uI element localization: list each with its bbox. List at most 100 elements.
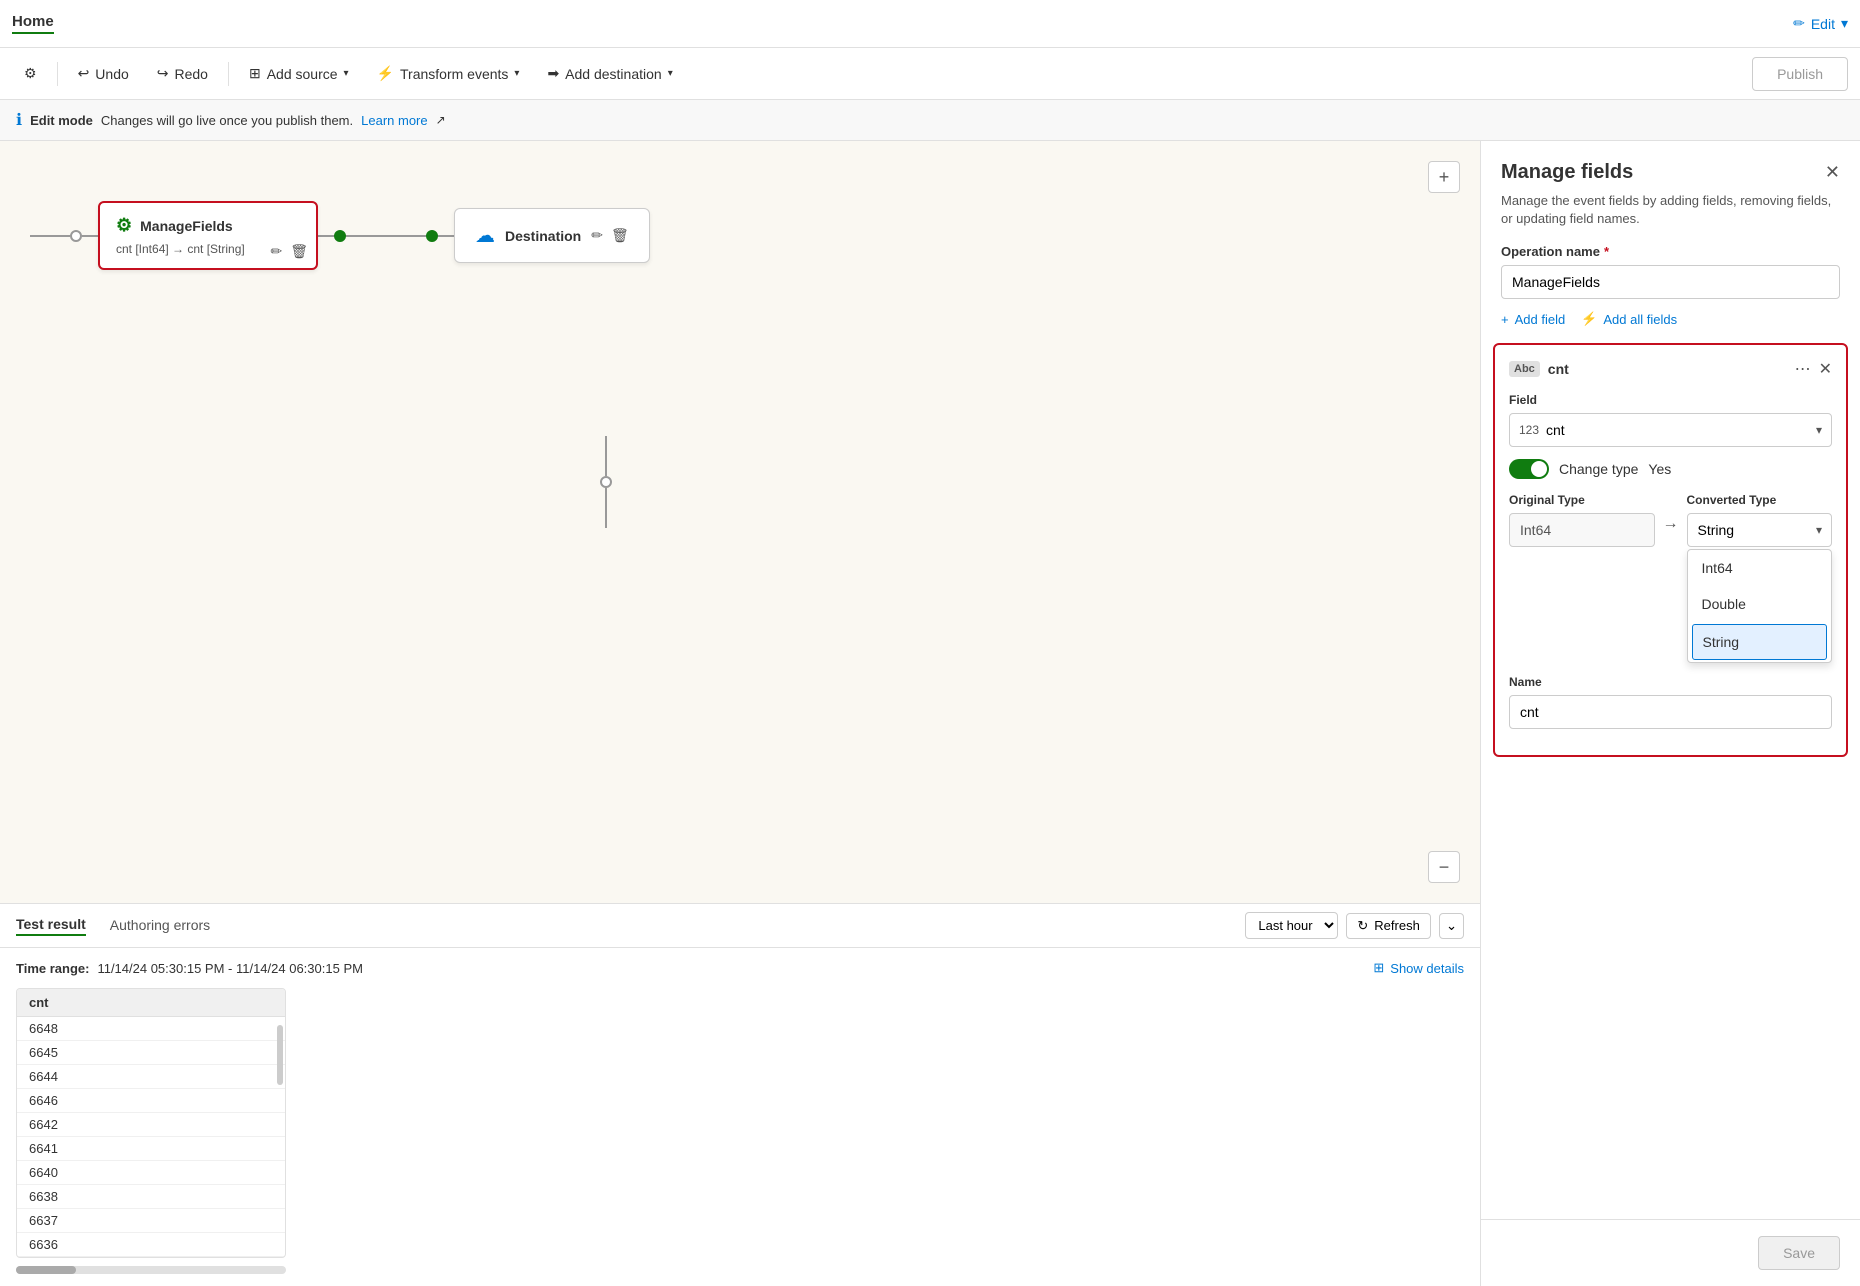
destination-node[interactable]: ☁ Destination ✏ 🗑 xyxy=(454,208,650,263)
time-range-row: Time range: 11/14/24 05:30:15 PM - 11/14… xyxy=(16,960,1464,976)
panel-header: Manage fields ✕ xyxy=(1481,141,1860,192)
chevron-down-icon-3: ▾ xyxy=(668,68,673,79)
settings-button[interactable]: ⚙ xyxy=(12,59,49,88)
table-row: 6642 xyxy=(17,1113,285,1137)
vertical-connector xyxy=(600,436,612,528)
connector-line-start xyxy=(30,235,70,237)
topbar-home[interactable]: Home xyxy=(12,13,54,34)
save-button[interactable]: Save xyxy=(1758,1236,1840,1270)
manage-fields-node[interactable]: ⚙ ManageFields cnt [Int64] → cnt [String… xyxy=(98,201,318,270)
refresh-button[interactable]: ↻ Refresh xyxy=(1346,913,1430,939)
show-details-button[interactable]: ⊞ Show details xyxy=(1373,960,1464,976)
required-marker: * xyxy=(1604,244,1609,259)
main-layout: + − ⚙ ManageFields cnt [Int64] → cnt xyxy=(0,141,1860,1286)
time-range-label: Time range: xyxy=(16,961,89,976)
converted-type-select[interactable]: String xyxy=(1687,513,1833,547)
change-type-value: Yes xyxy=(1648,461,1671,477)
zoom-in-button[interactable]: + xyxy=(1428,161,1460,193)
chevron-down-icon-2: ▾ xyxy=(514,68,519,79)
flow-node-circle-start xyxy=(70,230,82,242)
canvas: + − ⚙ ManageFields cnt [Int64] → cnt xyxy=(0,141,1480,903)
publish-button[interactable]: Publish xyxy=(1752,57,1848,91)
field-card: Abc cnt ⋯ ✕ Field 123 cnt ▾ xyxy=(1493,343,1848,757)
node-edit-icon[interactable]: ✏ xyxy=(270,243,282,260)
flow-start-connector xyxy=(30,230,98,242)
canvas-area: + − ⚙ ManageFields cnt [Int64] → cnt xyxy=(0,141,1480,1286)
change-type-row: Change type Yes xyxy=(1509,459,1832,479)
lightning-icon: ⚡ xyxy=(1581,311,1597,327)
data-table: cnt 6648 6645 6644 6646 6642 6641 6640 6… xyxy=(16,988,286,1258)
add-all-fields-button[interactable]: ⚡ Add all fields xyxy=(1581,311,1677,327)
dropdown-item-int64[interactable]: Int64 xyxy=(1688,550,1832,586)
refresh-icon: ↻ xyxy=(1357,918,1368,934)
destination-delete-icon[interactable]: 🗑 xyxy=(611,227,629,244)
panel-description: Manage the event fields by adding fields… xyxy=(1481,192,1860,244)
destination-label: Destination xyxy=(505,228,581,244)
time-range-select[interactable]: Last hour xyxy=(1245,912,1338,939)
panel-close-button[interactable]: ✕ xyxy=(1825,162,1840,183)
converted-type-label: Converted Type xyxy=(1687,493,1833,507)
time-range-value: 11/14/24 05:30:15 PM - 11/14/24 06:30:15… xyxy=(97,961,362,976)
field-close-button[interactable]: ✕ xyxy=(1819,359,1832,379)
undo-icon: ↩ xyxy=(78,65,90,82)
panel-footer: Save xyxy=(1481,1219,1860,1286)
edit-icon: ✏ xyxy=(1793,15,1805,32)
info-icon: ℹ xyxy=(16,110,22,130)
field-card-actions: ⋯ ✕ xyxy=(1795,359,1832,379)
table-row: 6638 xyxy=(17,1185,285,1209)
transform-label: Transform events xyxy=(400,66,508,82)
scroll-thumb[interactable] xyxy=(16,1266,76,1274)
horizontal-scrollbar[interactable] xyxy=(16,1266,286,1274)
operation-name-input[interactable] xyxy=(1501,265,1840,299)
add-field-icon: + xyxy=(1501,312,1509,327)
type-arrow-icon: → xyxy=(1663,515,1679,532)
toolbar: ⚙ ↩ Undo ↪ Redo ⊞ Add source ▾ ⚡ Transfo… xyxy=(0,48,1860,100)
tab-test-result[interactable]: Test result xyxy=(16,916,86,936)
transform-icon: ⚡ xyxy=(377,65,394,82)
chevron-down-icon: ▾ xyxy=(344,68,349,79)
connector-line-5 xyxy=(438,235,454,237)
show-details-label: Show details xyxy=(1390,961,1464,976)
converted-type-section: Converted Type String ▾ Int64 Double Str… xyxy=(1687,493,1833,663)
learn-more-link[interactable]: Learn more xyxy=(361,113,427,128)
field-select[interactable]: cnt xyxy=(1509,413,1832,447)
change-type-label: Change type xyxy=(1559,461,1638,477)
connector-line-4 xyxy=(346,235,426,237)
vertical-circle xyxy=(600,476,612,488)
field-more-button[interactable]: ⋯ xyxy=(1795,359,1811,379)
destination-edit-icon[interactable]: ✏ xyxy=(591,227,603,244)
destination-icon: ☁ xyxy=(475,223,495,248)
add-destination-button[interactable]: ➡ Add destination ▾ xyxy=(535,59,684,88)
dropdown-item-double[interactable]: Double xyxy=(1688,586,1832,622)
dropdown-item-string[interactable]: String xyxy=(1692,624,1828,660)
zoom-out-button[interactable]: − xyxy=(1428,851,1460,883)
table-header: cnt xyxy=(17,989,285,1017)
add-field-button[interactable]: + Add field xyxy=(1501,312,1565,327)
original-type-label: Original Type xyxy=(1509,493,1655,507)
connector-line-3 xyxy=(318,235,334,237)
table-row: 6637 xyxy=(17,1209,285,1233)
chevron-down-icon: ▾ xyxy=(1841,15,1848,32)
transform-events-button[interactable]: ⚡ Transform events ▾ xyxy=(365,59,532,88)
scrollbar[interactable] xyxy=(277,1025,283,1085)
undo-button[interactable]: ↩ Undo xyxy=(66,59,141,88)
add-source-button[interactable]: ⊞ Add source ▾ xyxy=(237,59,361,88)
arrow-section: → xyxy=(1663,493,1679,533)
table-row: 6636 xyxy=(17,1233,285,1257)
add-field-label: Add field xyxy=(1515,312,1566,327)
redo-icon: ↪ xyxy=(157,65,169,82)
field-select-wrapper: 123 cnt ▾ xyxy=(1509,413,1832,447)
tab-authoring-errors[interactable]: Authoring errors xyxy=(110,917,210,935)
external-link-icon: ↗ xyxy=(436,113,446,127)
refresh-label: Refresh xyxy=(1374,918,1420,933)
edit-button[interactable]: ✏ Edit ▾ xyxy=(1793,15,1848,32)
flow-circle-green xyxy=(334,230,346,242)
original-type-section: Original Type xyxy=(1509,493,1655,547)
name-input[interactable] xyxy=(1509,695,1832,729)
node-delete-icon[interactable]: 🗑 xyxy=(290,243,308,260)
field-name-label: cnt xyxy=(1548,361,1569,377)
redo-button[interactable]: ↪ Redo xyxy=(145,59,220,88)
type-conversion-row: Original Type → Converted Type String ▾ xyxy=(1509,493,1832,663)
expand-button[interactable]: ⌄ xyxy=(1439,913,1464,939)
change-type-toggle[interactable] xyxy=(1509,459,1549,479)
